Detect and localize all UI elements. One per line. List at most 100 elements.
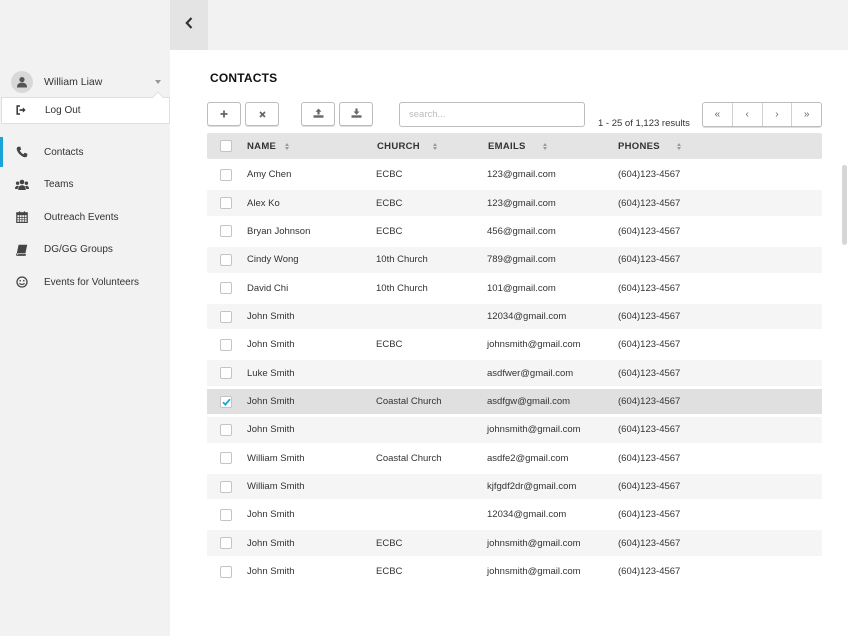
next-page-button[interactable]: › xyxy=(762,103,793,126)
collapse-sidebar-button[interactable] xyxy=(170,0,208,50)
sidebar-item-outreach-events[interactable]: Outreach Events xyxy=(0,201,170,234)
sidebar-item-label: Events for Volunteers xyxy=(44,276,140,288)
table-row[interactable]: Amy Chen ECBC 123@gmail.com (604)123-4567 xyxy=(207,162,822,188)
cell-name: William Smith xyxy=(247,452,305,464)
table-row[interactable]: John Smith 12034@gmail.com (604)123-4567 xyxy=(207,502,822,528)
row-checkbox[interactable] xyxy=(220,508,232,521)
cell-name: William Smith xyxy=(247,481,305,493)
table-row[interactable]: Luke Smith asdfwer@gmail.com (604)123-4567 xyxy=(207,360,822,386)
cell-email: 101@gmail.com xyxy=(487,282,556,294)
delete-contact-button[interactable] xyxy=(245,102,279,126)
row-checkbox[interactable] xyxy=(220,423,232,436)
cell-phone: (604)123-4567 xyxy=(618,452,681,464)
table-row[interactable]: John Smith johnsmith@gmail.com (604)123-45… xyxy=(207,417,822,443)
book-icon xyxy=(15,243,29,257)
row-checkbox[interactable] xyxy=(220,395,232,408)
cell-phone: (604)123-4567 xyxy=(618,169,681,181)
cell-church: Coastal Church xyxy=(376,396,442,408)
cell-name: John Smith xyxy=(247,424,295,436)
cell-name: Bryan Johnson xyxy=(247,225,311,237)
cell-email: johnsmith@gmail.com xyxy=(487,537,581,549)
caret-down-icon xyxy=(155,80,161,84)
top-bar xyxy=(208,0,848,50)
table-row[interactable]: William Smith Coastal Church asdfe2@gmail.… xyxy=(207,445,822,471)
first-page-button[interactable]: « xyxy=(703,103,733,126)
plus-icon xyxy=(220,105,228,123)
user-profile-dropdown[interactable]: William Liaw xyxy=(0,68,170,96)
user-avatar-icon xyxy=(11,71,33,93)
cell-phone: (604)123-4567 xyxy=(618,254,681,266)
sort-icon xyxy=(285,143,290,150)
scrollbar[interactable] xyxy=(841,163,848,636)
row-checkbox[interactable] xyxy=(220,310,232,323)
check-icon xyxy=(221,398,231,406)
cell-church: ECBC xyxy=(376,169,403,181)
cell-church: 10th Church xyxy=(376,282,428,294)
sidebar-item-label: DG/GG Groups xyxy=(44,244,113,256)
cell-phone: (604)123-4567 xyxy=(618,396,681,408)
row-checkbox[interactable] xyxy=(220,452,232,465)
column-header-label: EMAILS xyxy=(488,141,526,152)
row-checkbox[interactable] xyxy=(220,253,232,266)
pagination: « ‹ › » xyxy=(702,102,822,127)
table-row[interactable]: John Smith ECBC johnsmith@gmail.com (604)12… xyxy=(207,332,822,358)
sign-out-icon xyxy=(16,102,27,120)
row-checkbox[interactable] xyxy=(220,537,232,550)
last-page-button[interactable]: » xyxy=(792,103,821,126)
sidebar-item-dg-gg-groups[interactable]: DG/GG Groups xyxy=(0,234,170,267)
cell-name: John Smith xyxy=(247,311,295,323)
column-header-name[interactable]: NAME xyxy=(247,141,290,152)
download-button[interactable] xyxy=(339,102,373,126)
sidebar-item-label: Outreach Events xyxy=(44,211,119,223)
cell-phone: (604)123-4567 xyxy=(618,339,681,351)
column-header-label: PHONES xyxy=(618,141,660,152)
logout-menu-item[interactable]: Log Out xyxy=(1,91,170,124)
cell-name: John Smith xyxy=(247,509,295,521)
sidebar-item-events-for-volunteers[interactable]: Events for Volunteers xyxy=(0,266,170,299)
table-row[interactable]: David Chi 10th Church 101@gmail.com (604)12… xyxy=(207,275,822,301)
table-row[interactable]: John Smith Coastal Church asdfgw@gmail.com… xyxy=(207,388,822,415)
contacts-table: NAME CHURCH EMAILS PHONES Amy Chen ECBC 12… xyxy=(207,133,822,587)
cell-email: johnsmith@gmail.com xyxy=(487,339,581,351)
cell-email: 789@gmail.com xyxy=(487,254,556,266)
select-all-checkbox[interactable] xyxy=(220,140,232,152)
table-row[interactable]: Bryan Johnson ECBC 456@gmail.com (604)123-4… xyxy=(207,219,822,245)
table-row[interactable]: John Smith 12034@gmail.com (604)123-4567 xyxy=(207,303,822,330)
row-checkbox[interactable] xyxy=(220,480,232,493)
table-row[interactable]: John Smith ECBC johnsmith@gmail.com (604)12… xyxy=(207,559,822,585)
row-checkbox[interactable] xyxy=(220,197,232,210)
cell-email: kjfgdf2dr@gmail.com xyxy=(487,481,577,493)
smile-icon xyxy=(15,275,29,289)
table-row[interactable]: Alex Ko ECBC 123@gmail.com (604)123-4567 xyxy=(207,190,822,216)
cell-phone: (604)123-4567 xyxy=(618,566,681,578)
download-icon xyxy=(351,105,362,123)
search-input[interactable] xyxy=(399,102,585,127)
sidebar: William Liaw Log Out Contacts Teams Outr… xyxy=(0,0,170,636)
table-row[interactable]: William Smith kjfgdf2dr@gmail.com (604)123… xyxy=(207,473,822,500)
cell-church: ECBC xyxy=(376,225,403,237)
upload-icon xyxy=(313,105,324,123)
column-header-church[interactable]: CHURCH xyxy=(377,141,437,152)
prev-page-button[interactable]: ‹ xyxy=(732,103,763,126)
table-header: NAME CHURCH EMAILS PHONES xyxy=(207,133,822,159)
row-checkbox[interactable] xyxy=(220,225,232,238)
column-header-emails[interactable]: EMAILS xyxy=(488,141,547,152)
upload-button[interactable] xyxy=(301,102,335,126)
row-checkbox[interactable] xyxy=(220,565,232,578)
cell-email: 123@gmail.com xyxy=(487,169,556,181)
row-checkbox[interactable] xyxy=(220,168,232,181)
table-row[interactable]: Cindy Wong 10th Church 789@gmail.com (604)1… xyxy=(207,247,822,273)
sidebar-item-teams[interactable]: Teams xyxy=(0,169,170,202)
sidebar-item-label: Contacts xyxy=(44,146,84,158)
cell-email: 456@gmail.com xyxy=(487,225,556,237)
table-row[interactable]: John Smith ECBC johnsmith@gmail.com (604)12… xyxy=(207,530,822,557)
row-checkbox[interactable] xyxy=(220,338,232,351)
cell-phone: (604)123-4567 xyxy=(618,367,681,379)
column-header-phones[interactable]: PHONES xyxy=(618,141,681,152)
scrollbar-thumb[interactable] xyxy=(842,165,847,245)
add-contact-button[interactable] xyxy=(207,102,241,126)
cell-phone: (604)123-4567 xyxy=(618,282,681,294)
row-checkbox[interactable] xyxy=(220,282,232,295)
sidebar-item-contacts[interactable]: Contacts xyxy=(0,136,170,169)
row-checkbox[interactable] xyxy=(220,367,232,380)
